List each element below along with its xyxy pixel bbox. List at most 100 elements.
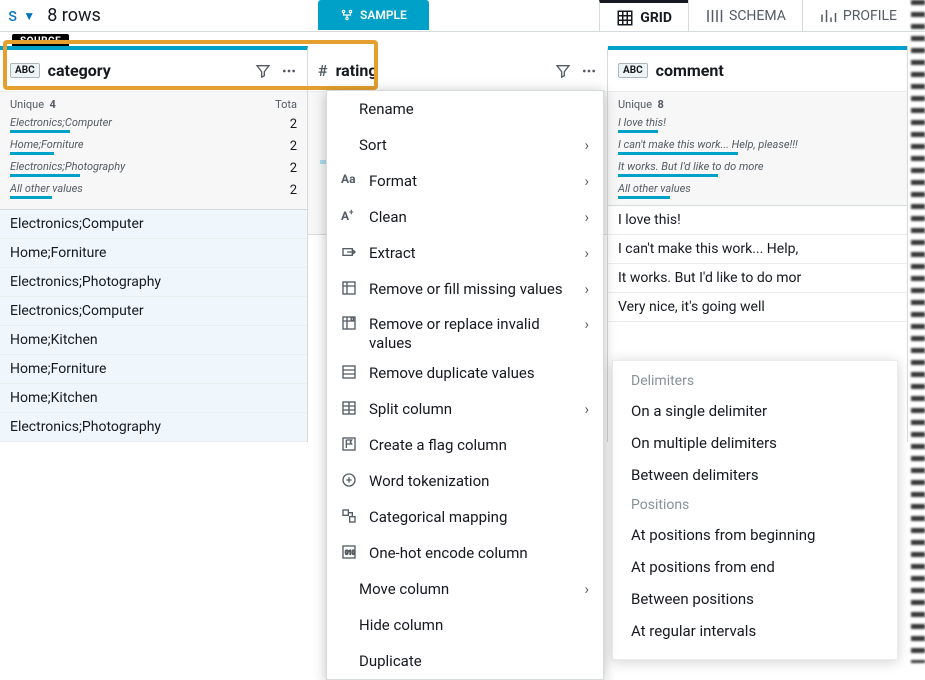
menu-item-icon: A+ [341, 208, 359, 226]
menu-item-format[interactable]: AaFormat› [327, 163, 603, 199]
chevron-right-icon: › [584, 244, 589, 262]
schema-icon [705, 7, 723, 25]
type-badge-number: # [318, 61, 328, 80]
column-header-comment[interactable]: ABC comment [608, 50, 907, 92]
menu-item-label: One-hot encode column [369, 544, 528, 563]
column-category: ABC category Unique 4 Tota Electronics;C… [0, 46, 308, 442]
column-menu-icon[interactable] [581, 63, 597, 79]
menu-item-create-a-flag-column[interactable]: Create a flag column [327, 427, 603, 463]
menu-item-hide-column[interactable]: Hide column [327, 607, 603, 643]
menu-item-label: Categorical mapping [369, 508, 507, 527]
table-row[interactable]: I can't make this work... Help, [608, 235, 907, 264]
menu-item-label: Rename [359, 100, 414, 119]
table-row[interactable]: Electronics;Photography [0, 268, 307, 297]
sample-tab[interactable]: SAMPLE [318, 0, 429, 30]
chevron-right-icon: › [584, 580, 589, 598]
menu-item-categorical-mapping[interactable]: Categorical mapping [327, 499, 603, 535]
table-row[interactable]: Home;Kitchen [0, 384, 307, 413]
menu-item-split-column[interactable]: Split column› [327, 391, 603, 427]
chevron-right-icon: › [584, 208, 589, 226]
rows-count: 8 rows [47, 5, 101, 26]
table-row[interactable]: Home;Kitchen [0, 326, 307, 355]
menu-item-word-tokenization[interactable]: Word tokenization [327, 463, 603, 499]
menu-item-label: Clean [369, 208, 407, 227]
menu-item-label: Split column [369, 400, 452, 419]
sample-tab-label: SAMPLE [360, 8, 407, 22]
menu-item-label: Extract [369, 244, 416, 263]
submenu-item-at-positions-from-end[interactable]: At positions from end [613, 551, 897, 583]
chevron-right-icon: › [584, 315, 589, 333]
menu-item-remove-duplicate-values[interactable]: Remove duplicate values [327, 355, 603, 391]
column-name: rating [336, 61, 547, 80]
column-name: category [48, 61, 247, 80]
chevron-right-icon: › [584, 136, 589, 154]
menu-item-rename[interactable]: Rename [327, 91, 603, 127]
menu-item-icon [341, 364, 359, 382]
filter-icon[interactable] [555, 63, 571, 79]
histogram-row: All other values2 [10, 179, 297, 201]
histogram-row: Electronics;Computer2 [10, 113, 297, 135]
table-row[interactable]: I love this! [608, 206, 907, 235]
column-context-menu: RenameSort›AaFormat›A+Clean›Extract›Remo… [326, 90, 604, 680]
menu-item-label: Sort [359, 136, 387, 155]
menu-item-one-hot-encode-column[interactable]: 010 One-hot encode column [327, 535, 603, 571]
menu-item-icon [341, 508, 359, 526]
histogram-row: I love this! [618, 113, 897, 135]
menu-item-icon [341, 436, 359, 454]
chevron-right-icon: › [584, 280, 589, 298]
menu-item-sort[interactable]: Sort › [327, 127, 603, 163]
split-column-submenu: DelimitersOn a single delimiterOn multip… [612, 360, 898, 660]
table-row[interactable]: Electronics;Computer [0, 297, 307, 326]
profile-icon [819, 7, 837, 25]
tab-grid-label: GRID [640, 10, 672, 26]
table-row[interactable]: It works. But I'd like to do mor [608, 264, 907, 293]
table-row[interactable]: Home;Forniture [0, 355, 307, 384]
submenu-item-on-multiple-delimiters[interactable]: On multiple delimiters [613, 427, 897, 459]
menu-item-icon: 010 [341, 544, 359, 562]
submenu-item-between-positions[interactable]: Between positions [613, 583, 897, 615]
filter-icon[interactable] [255, 63, 271, 79]
tab-profile[interactable]: PROFILE [802, 0, 913, 32]
table-row[interactable]: Electronics;Photography [0, 413, 307, 442]
column-header-rating[interactable]: # rating [308, 50, 607, 92]
menu-item-remove-or-replace-invalid-values[interactable]: Remove or replace invalid values › [327, 307, 603, 355]
svg-text:010: 010 [345, 550, 356, 557]
tab-schema[interactable]: SCHEMA [688, 0, 802, 32]
column-name: comment [656, 61, 897, 80]
submenu-item-at-regular-intervals[interactable]: At regular intervals [613, 615, 897, 647]
submenu-item-at-positions-from-beginning[interactable]: At positions from beginning [613, 519, 897, 551]
column-header-category[interactable]: ABC category [0, 50, 307, 92]
menu-item-icon [341, 315, 359, 333]
type-badge-abc: ABC [10, 63, 40, 78]
menu-item-icon [341, 280, 359, 298]
submenu-item-between-delimiters[interactable]: Between delimiters [613, 459, 897, 491]
submenu-heading: Positions [613, 491, 897, 519]
grid-icon [616, 9, 634, 27]
tab-grid[interactable]: GRID [599, 0, 688, 32]
comment-stats: Unique 8 I love this!I can't make this w… [608, 92, 907, 206]
menu-item-label: Move column [359, 580, 449, 599]
menu-item-extract[interactable]: Extract › [327, 235, 603, 271]
menu-item-duplicate[interactable]: Duplicate [327, 643, 603, 679]
dataset-dropdown-icon[interactable]: ▼ [23, 9, 35, 23]
menu-item-label: Format [369, 172, 417, 191]
column-menu-icon[interactable] [281, 63, 297, 79]
menu-item-move-column[interactable]: Move column › [327, 571, 603, 607]
menu-item-label: Hide column [359, 616, 443, 635]
table-row[interactable]: Electronics;Computer [0, 210, 307, 239]
table-row[interactable]: Very nice, it's going well [608, 293, 907, 322]
menu-item-clean[interactable]: A+ Clean › [327, 199, 603, 235]
submenu-item-on-a-single-delimiter[interactable]: On a single delimiter [613, 395, 897, 427]
histogram-row: Electronics;Photography2 [10, 157, 297, 179]
tab-profile-label: PROFILE [843, 8, 897, 24]
table-row[interactable]: Home;Forniture [0, 239, 307, 268]
histogram-row: Home;Forniture2 [10, 135, 297, 157]
histogram-row: It works. But I'd like to do more [618, 157, 897, 179]
menu-item-remove-or-fill-missing-values[interactable]: Remove or fill missing values› [327, 271, 603, 307]
type-badge-abc: ABC [618, 63, 648, 78]
menu-item-label: Remove or replace invalid values [369, 315, 574, 353]
tab-schema-label: SCHEMA [729, 8, 786, 24]
menu-item-label: Word tokenization [369, 472, 489, 491]
menu-item-icon [341, 400, 359, 418]
histogram-row: I can't make this work... Help, please!!… [618, 135, 897, 157]
